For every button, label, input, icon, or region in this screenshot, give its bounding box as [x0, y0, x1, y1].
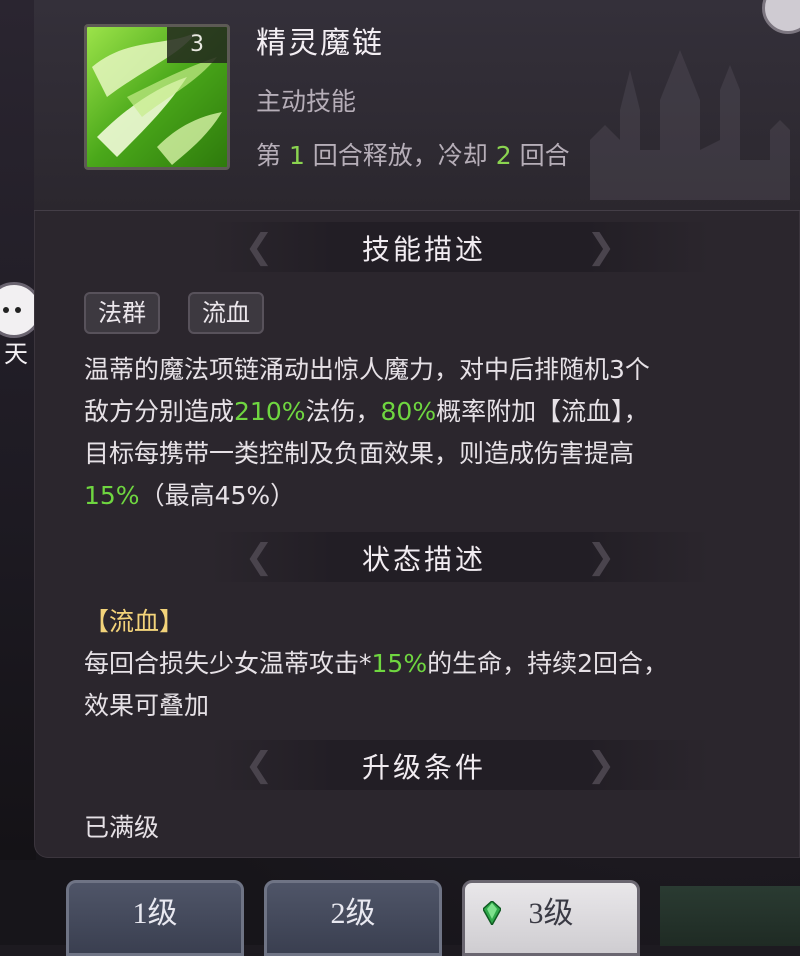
- cooldown-prefix: 第: [256, 141, 289, 170]
- skill-type: 主动技能: [256, 87, 357, 116]
- cooldown-rounds: 2: [495, 141, 512, 170]
- description-line: 目标每携带一类控制及负面效果，则造成伤害提高: [84, 439, 635, 468]
- ornament-left-icon: ❮: [244, 745, 274, 785]
- cooldown-mid: 回合释放，冷却: [304, 141, 496, 170]
- tag-bleed: 流血: [188, 292, 264, 334]
- upgrade-section-title: 升级条件: [362, 751, 487, 784]
- skill-icon: 3: [84, 24, 230, 170]
- skill-cooldown: 第 1 回合释放，冷却 2 回合: [256, 136, 570, 172]
- selected-gem-icon: [483, 901, 501, 925]
- description-text: 敌方分别造成: [84, 397, 235, 426]
- description-text: 概率附加【流血】，: [436, 397, 649, 426]
- upgrade-status: 已满级: [84, 813, 160, 842]
- castle-silhouette-icon: [590, 50, 790, 200]
- chance-percent: 80%: [380, 397, 437, 426]
- side-label: 天: [4, 340, 28, 368]
- skill-name: 精灵魔链: [256, 26, 384, 61]
- status-text: 每回合损失少女温蒂攻击*: [84, 649, 372, 678]
- status-percent: 15%: [371, 649, 428, 678]
- damage-percent: 210%: [234, 397, 306, 426]
- badge-eye-icon: [3, 307, 9, 313]
- ornament-right-icon: ❯: [586, 227, 616, 267]
- tag-aoe-magic: 法群: [84, 292, 160, 334]
- ornament-right-icon: ❯: [586, 745, 616, 785]
- description-line: 温蒂的魔法项链涌动出惊人魔力，对中后排随机3个: [84, 355, 650, 384]
- badge-eye-icon: [15, 307, 21, 313]
- ornament-left-icon: ❮: [244, 537, 274, 577]
- description-text: 法伤，: [305, 397, 381, 426]
- left-side-strip: [0, 0, 36, 860]
- status-text: 的生命，持续2回合，: [427, 649, 669, 678]
- status-name: 【流血】: [84, 607, 185, 636]
- description-text: （最高45%）: [139, 481, 296, 510]
- status-line: 效果可叠加: [84, 691, 210, 720]
- ornament-left-icon: ❮: [244, 227, 274, 267]
- description-line: 15%（最高45%）: [84, 476, 295, 512]
- level-tab-3-label: 3级: [528, 897, 574, 930]
- description-section-title: 技能描述: [362, 233, 487, 266]
- status-line: 每回合损失少女温蒂攻击*15%的生命，持续2回合，: [84, 644, 668, 680]
- release-round: 1: [288, 141, 305, 170]
- skill-level-tag: 3: [167, 27, 227, 63]
- bottom-right-decoration: [660, 886, 800, 946]
- description-line: 敌方分别造成210%法伤，80%概率附加【流血】，: [84, 392, 649, 428]
- bonus-percent: 15%: [84, 481, 140, 510]
- ornament-right-icon: ❯: [586, 537, 616, 577]
- cooldown-suffix: 回合: [511, 141, 570, 170]
- status-section-title: 状态描述: [362, 543, 487, 576]
- skill-detail-panel: 3 精灵魔链 主动技能 第 1 回合释放，冷却 2 回合: [34, 0, 800, 858]
